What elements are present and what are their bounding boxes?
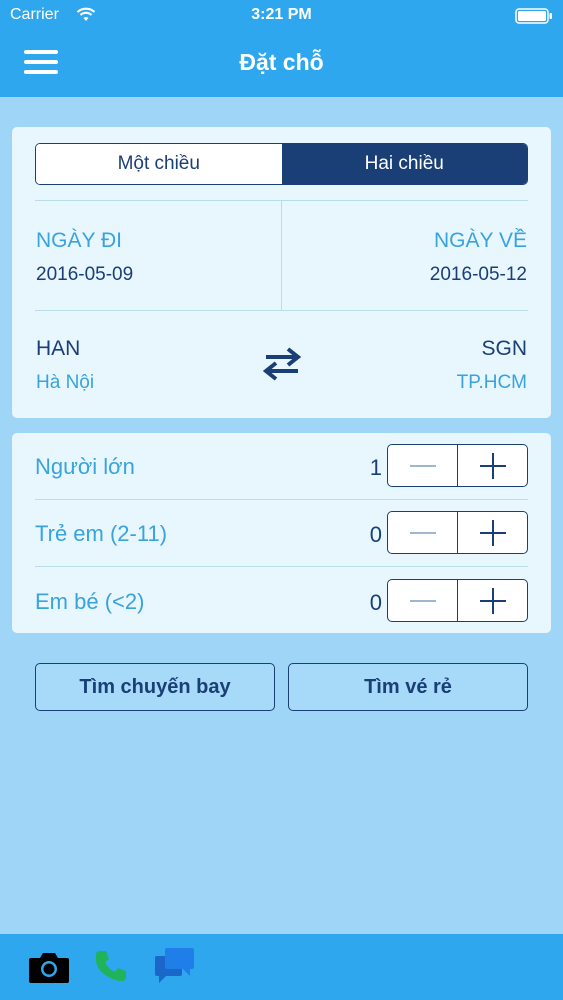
destination-city: TP.HCM [456,372,527,393]
passenger-card: Người lớn 1 Trẻ em (2-11) 0 Em bé (<2) 0 [12,433,551,633]
adults-label: Người lớn [35,454,135,479]
trip-type-segmented-control: Một chiều Hai chiều [35,143,528,185]
infants-count: 0 [369,590,382,615]
origin-city: Hà Nội [36,372,95,393]
minus-icon [410,532,436,534]
trip-card: Một chiều Hai chiều NGÀY ĐI 2016-05-09 N… [12,127,551,418]
destination-field[interactable]: SGN TP.HCM [331,311,551,418]
depart-date-field[interactable]: NGÀY ĐI 2016-05-09 [12,201,281,309]
phone-icon[interactable] [93,948,129,984]
find-cheap-tickets-button[interactable]: Tìm vé rẻ [288,663,528,711]
children-decrement-button[interactable] [388,512,457,553]
adults-increment-button[interactable] [457,445,527,486]
children-increment-button[interactable] [457,512,527,553]
bottom-toolbar [0,934,563,1000]
return-date-value: 2016-05-12 [429,264,527,285]
passenger-row-infants: Em bé (<2) 0 [12,567,551,633]
destination-code: SGN [481,337,527,360]
adults-count: 1 [369,455,382,480]
round-trip-option[interactable]: Hai chiều [281,144,527,184]
adults-decrement-button[interactable] [388,445,457,486]
passenger-row-adults: Người lớn 1 [12,433,551,499]
page-title: Đặt chỗ [239,49,324,75]
camera-icon[interactable] [28,950,70,984]
one-way-option[interactable]: Một chiều [36,144,282,184]
origin-field[interactable]: HAN Hà Nội [12,311,232,418]
infants-stepper [387,579,528,622]
search-flights-button[interactable]: Tìm chuyến bay [35,663,275,711]
children-count: 0 [369,522,382,547]
swap-arrows-icon[interactable] [262,346,302,382]
depart-date-label: NGÀY ĐI [36,229,122,252]
infants-label: Em bé (<2) [35,589,145,614]
battery-icon [515,8,552,24]
passenger-row-children: Trẻ em (2-11) 0 [12,500,551,566]
chat-icon[interactable] [154,946,196,986]
origin-code: HAN [36,337,81,360]
infants-decrement-button[interactable] [388,580,457,621]
header: Carrier 3:21 PM Đặt chỗ [0,0,563,97]
children-stepper [387,511,528,554]
minus-icon [410,465,436,467]
return-date-label: NGÀY VỀ [434,229,527,252]
adults-stepper [387,444,528,487]
status-bar: Carrier 3:21 PM [0,0,563,32]
return-date-field[interactable]: NGÀY VỀ 2016-05-12 [282,201,551,309]
minus-icon [410,600,436,602]
infants-increment-button[interactable] [457,580,527,621]
children-label: Trẻ em (2-11) [35,521,168,546]
depart-date-value: 2016-05-09 [36,264,134,285]
status-time: 3:21 PM [251,6,312,23]
